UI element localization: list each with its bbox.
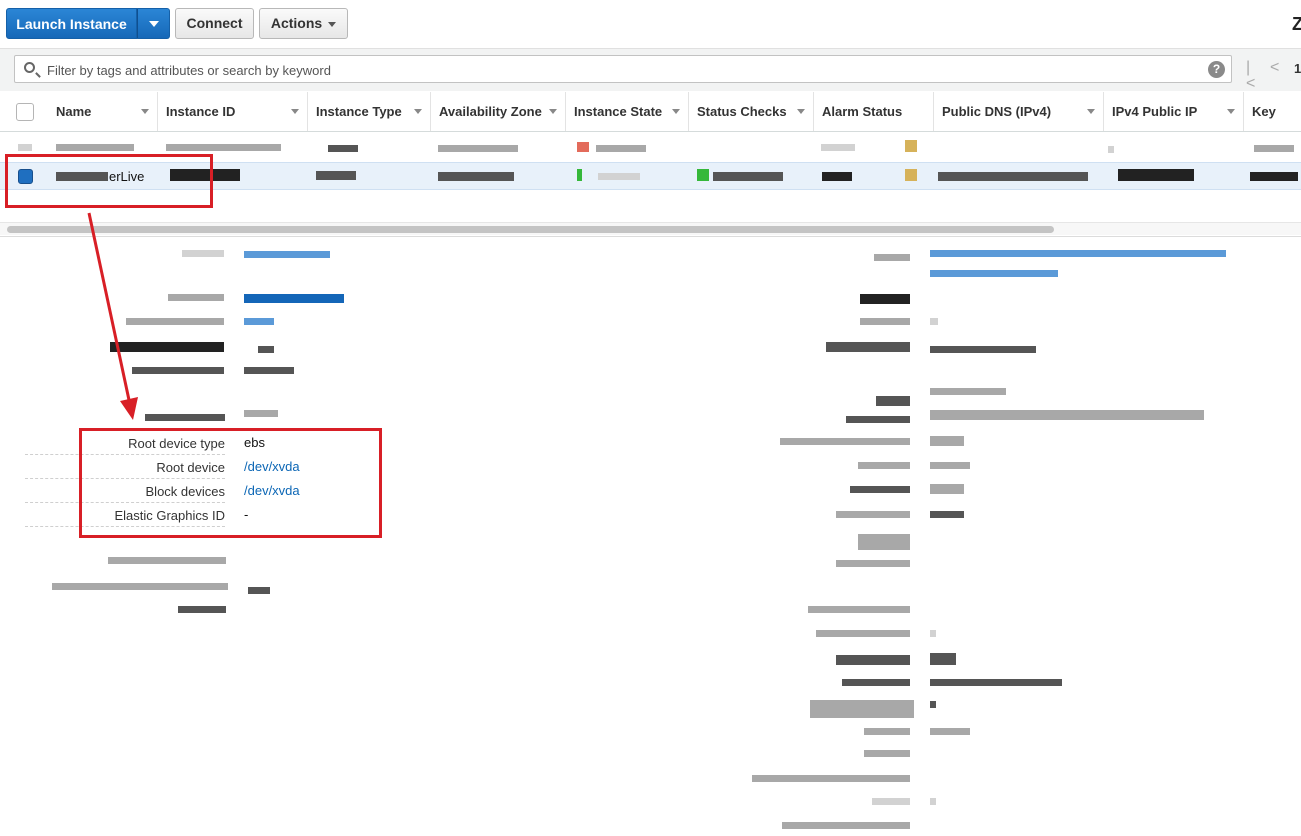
- annotation-arrow: [87, 212, 138, 420]
